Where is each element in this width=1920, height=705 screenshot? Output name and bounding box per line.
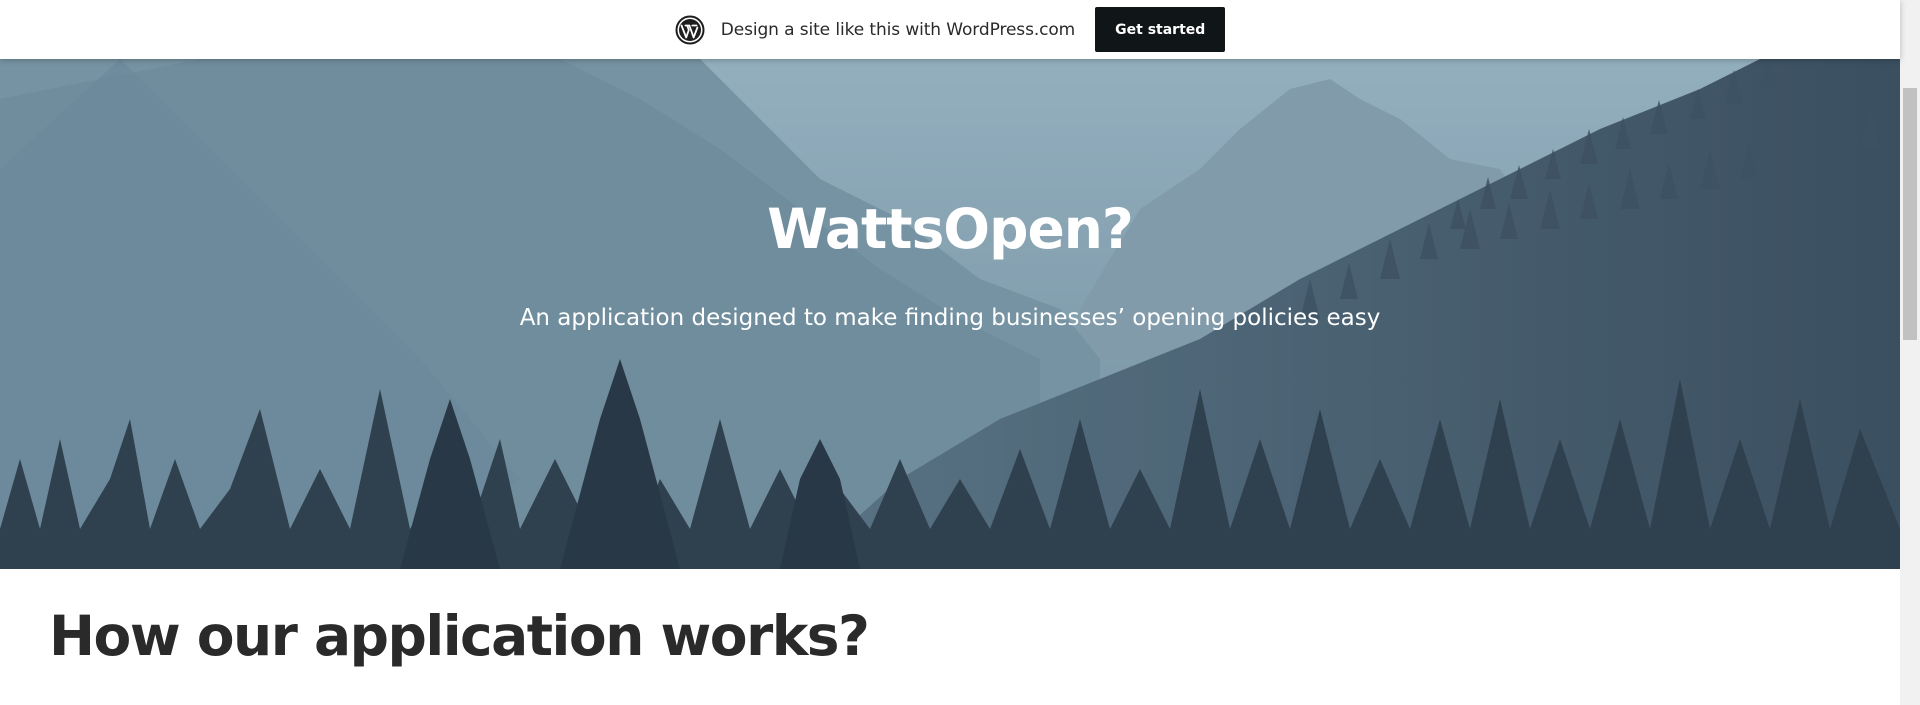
promo-bar-content: Design a site like this with WordPress.c… <box>675 7 1226 52</box>
hero-title[interactable]: WattsOpen? <box>0 197 1900 261</box>
vertical-scrollbar[interactable] <box>1900 0 1920 705</box>
page: Design a site like this with WordPress.c… <box>0 0 1920 705</box>
promo-bar-text: Design a site like this with WordPress.c… <box>720 19 1076 40</box>
get-started-button[interactable]: Get started <box>1095 7 1226 52</box>
wordpress-promo-bar: Design a site like this with WordPress.c… <box>0 0 1900 59</box>
hero-subtitle: An application designed to make finding … <box>519 305 1381 331</box>
hero-banner: WattsOpen? An application designed to ma… <box>0 59 1900 569</box>
wordpress-logo-icon[interactable] <box>675 15 705 45</box>
scrollbar-thumb[interactable] <box>1903 88 1917 340</box>
section-heading: How our application works? <box>49 604 870 668</box>
